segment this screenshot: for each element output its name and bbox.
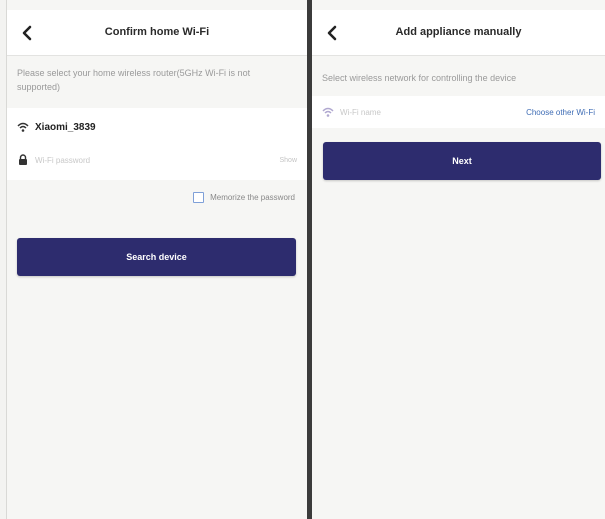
network-hint-text: Select wireless network for controlling … xyxy=(322,73,517,83)
network-row: Choose other Wi-Fi xyxy=(322,101,595,123)
network-select-card: Choose other Wi-Fi xyxy=(312,96,605,128)
lock-icon xyxy=(19,154,27,165)
wifi-icon xyxy=(17,122,29,132)
page-title: Confirm home Wi-Fi xyxy=(104,26,210,38)
wifi-credentials-card: Xiaomi_3839 Show xyxy=(7,108,307,180)
left-header: Confirm home Wi-Fi xyxy=(7,10,307,56)
choose-other-wifi-link[interactable]: Choose other Wi-Fi xyxy=(526,108,595,117)
password-input[interactable] xyxy=(35,155,276,165)
show-password-toggle[interactable]: Show xyxy=(279,157,297,164)
next-button[interactable]: Next xyxy=(323,142,601,180)
screenshot-stage: Confirm home Wi-Fi Please select your ho… xyxy=(0,0,605,519)
add-appliance-screen: Add appliance manually Select wireless n… xyxy=(312,0,605,519)
password-row: Show xyxy=(17,149,297,171)
wifi-hint-text: Please select your home wireless router(… xyxy=(17,68,251,92)
wifi-icon xyxy=(322,107,334,117)
ssid-name: Xiaomi_3839 xyxy=(35,121,96,133)
remember-password-option[interactable]: Memorize the password xyxy=(193,192,295,203)
remember-password-checkbox[interactable] xyxy=(193,192,205,203)
network-name-input[interactable] xyxy=(340,107,527,117)
search-device-button[interactable]: Search device xyxy=(17,238,296,276)
right-header: Add appliance manually xyxy=(312,10,605,56)
ssid-row[interactable]: Xiaomi_3839 xyxy=(17,116,297,138)
confirm-wifi-screen: Confirm home Wi-Fi Please select your ho… xyxy=(6,0,307,519)
page-title: Add appliance manually xyxy=(395,26,522,38)
remember-password-label: Memorize the password xyxy=(210,193,295,202)
